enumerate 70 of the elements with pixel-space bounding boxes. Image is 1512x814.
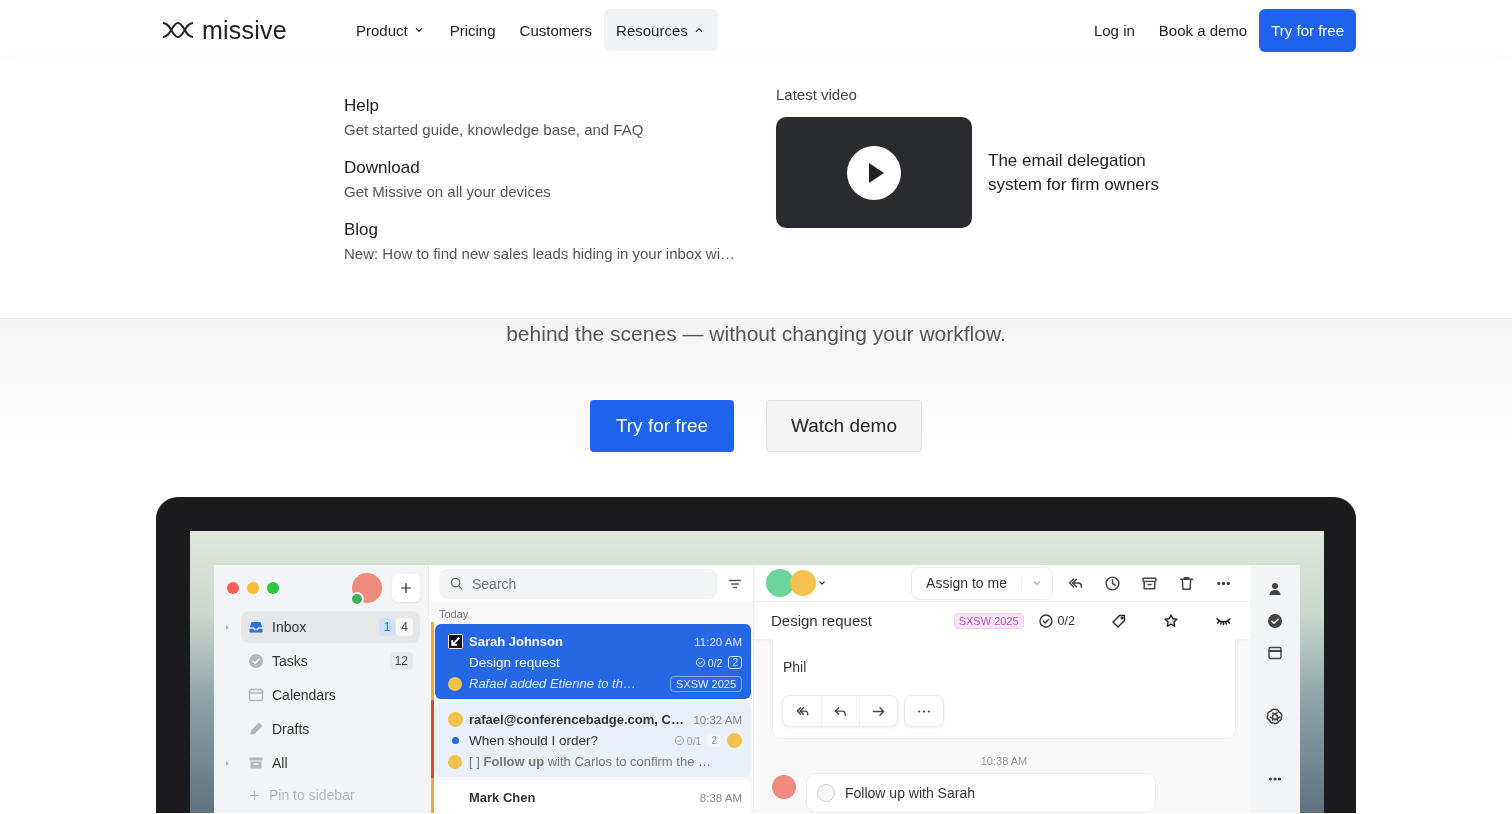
assigned-icon: [447, 634, 463, 649]
menu-item-description: Get Missive on all your devices: [344, 183, 551, 200]
minimize-dot[interactable]: [247, 582, 259, 594]
try-free-button[interactable]: Try for free: [1259, 8, 1356, 52]
logo-icon[interactable]: [162, 21, 194, 39]
timestamp: 10:38 AM: [979, 755, 1029, 767]
compose-button[interactable]: [392, 574, 420, 602]
assign-dropdown[interactable]: Assign to me: [911, 566, 1053, 600]
menu-item-description: New: How to find new sales leads hiding in your inbox wi…: [344, 245, 736, 262]
message-preview: Rafael added Etienne to th…: [469, 676, 637, 691]
task-count: 0/2: [1057, 613, 1075, 628]
calendar-icon: [248, 687, 264, 703]
nav-link[interactable]: Pricing: [437, 9, 508, 51]
watch-demo-button[interactable]: Watch demo: [766, 400, 922, 452]
plus-icon: [248, 788, 261, 802]
nav-link[interactable]: Resources: [604, 9, 718, 51]
plus-icon: [399, 581, 413, 595]
header-link[interactable]: Log in: [1081, 21, 1147, 39]
close-dot[interactable]: [227, 582, 239, 594]
task-checkbox[interactable]: [817, 784, 835, 802]
task-check-icon: [694, 657, 706, 668]
message-preview: [ ] Follow up with Carlos to confirm the …: [469, 754, 712, 769]
avatar: [727, 733, 742, 748]
nav-link[interactable]: Product: [344, 9, 438, 51]
try-free-button[interactable]: Try for free: [590, 400, 734, 452]
menu-item-title[interactable]: Blog: [344, 220, 379, 240]
more-icon: [918, 709, 930, 713]
clock-icon[interactable]: [1104, 574, 1121, 592]
menu-item-description: Get started guide, knowledge base, and FAQ: [344, 121, 644, 138]
trash-icon[interactable]: [1178, 574, 1195, 592]
header-link[interactable]: Book a demo: [1146, 21, 1260, 39]
task-check-icon: [673, 735, 685, 746]
section-label: Today: [429, 602, 753, 624]
check-icon[interactable]: [1267, 613, 1283, 629]
nav-link[interactable]: Customers: [507, 9, 605, 51]
calendar-icon[interactable]: [1267, 645, 1283, 661]
drafts-icon: [248, 721, 264, 737]
video-title[interactable]: The email delegation system for firm owners: [988, 148, 1178, 197]
task-check-icon[interactable]: [1037, 612, 1054, 629]
sidebar-item[interactable]: Calendars: [241, 679, 420, 711]
play-icon[interactable]: [847, 145, 901, 200]
message-signature: Phil: [782, 659, 808, 675]
archive-icon[interactable]: [1141, 574, 1158, 592]
sidebar-item[interactable]: Drafts: [241, 713, 420, 745]
sidebar-item[interactable]: Inbox 1 4: [241, 611, 420, 643]
inbox-icon: [248, 619, 264, 635]
avatar: [772, 775, 796, 799]
avatar: [448, 754, 462, 769]
search-field[interactable]: Search: [439, 568, 717, 599]
star-icon[interactable]: [1163, 612, 1179, 629]
all-icon: [248, 755, 264, 771]
tag-icon[interactable]: [1111, 612, 1127, 629]
task-text: Follow up with Sarah: [845, 785, 975, 801]
menu-item-title[interactable]: Download: [344, 158, 420, 178]
logo-text: missive: [202, 15, 287, 45]
zoom-dot[interactable]: [267, 582, 279, 594]
section-heading: Latest video: [776, 86, 858, 103]
person-icon[interactable]: [1267, 581, 1283, 597]
avatar: [447, 712, 463, 727]
sidebar-item[interactable]: Tasks 12: [241, 645, 420, 677]
tasks-icon: [248, 653, 264, 669]
menu-item-title[interactable]: Help: [344, 96, 379, 116]
sidebar-item[interactable]: All: [241, 747, 420, 779]
knot-icon[interactable]: [1266, 707, 1284, 725]
conversation-subject: Design request: [771, 612, 873, 630]
label-tag[interactable]: SXSW 2025: [953, 612, 1024, 629]
video-thumbnail[interactable]: [776, 117, 972, 228]
search-icon: [449, 575, 464, 591]
hero-subtitle: behind the scenes — without changing your workflow.: [506, 322, 1006, 347]
avatar: [448, 676, 462, 691]
